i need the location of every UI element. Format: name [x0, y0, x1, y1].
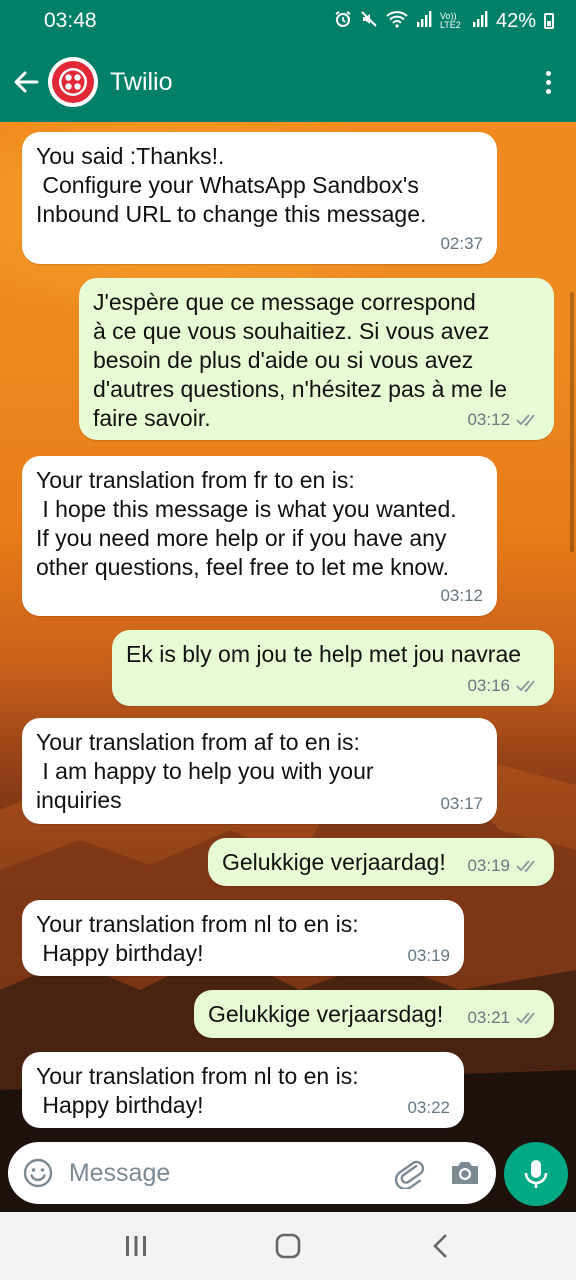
home-button[interactable]	[258, 1221, 318, 1271]
battery-percent: 42%	[495, 9, 536, 32]
message-text: You said :Thanks!. Configure your WhatsA…	[36, 143, 427, 227]
message-bubble-incoming[interactable]: Your translation from nl to en is: Happy…	[22, 1052, 464, 1128]
double-check-icon	[516, 679, 535, 692]
message-time: 03:12	[467, 410, 510, 429]
message-bubble-outgoing[interactable]: J'espère que ce message correspond à ce …	[79, 278, 554, 440]
message-text: Your translation from nl to en is: Happy…	[36, 1063, 359, 1118]
mute-icon	[360, 10, 378, 32]
signal-icon-2	[472, 11, 488, 31]
more-vertical-icon	[545, 70, 551, 94]
contact-name[interactable]: Twilio	[110, 68, 528, 97]
chevron-left-icon	[433, 1234, 447, 1258]
double-check-icon	[516, 1011, 535, 1024]
message-time: 03:12	[440, 586, 483, 605]
back-arrow-icon	[14, 71, 39, 93]
message-text: Your translation from fr to en is: I hop…	[36, 467, 457, 580]
status-icons: Vo)) LTE2 42%	[334, 10, 554, 33]
chat-area[interactable]: You said :Thanks!. Configure your WhatsA…	[0, 122, 576, 1210]
microphone-button[interactable]	[504, 1142, 568, 1206]
recents-button[interactable]	[106, 1221, 166, 1271]
message-time: 03:17	[440, 794, 483, 813]
chat-header: Twilio	[0, 42, 576, 122]
message-time: 02:37	[440, 234, 483, 253]
double-check-icon	[516, 859, 535, 872]
message-bubble-outgoing[interactable]: Gelukkige verjaardag! 03:19	[208, 838, 554, 886]
message-composer	[8, 1142, 496, 1204]
status-time: 03:48	[44, 9, 97, 32]
camera-icon	[451, 1162, 478, 1184]
message-bubble-outgoing[interactable]: Gelukkige verjaarsdag! 03:21	[194, 990, 554, 1038]
wifi-icon	[386, 10, 408, 32]
message-time: 03:21	[467, 1008, 510, 1027]
message-text: Your translation from af to en is: I am …	[36, 729, 374, 813]
message-input[interactable]	[68, 1158, 391, 1188]
message-bubble-outgoing[interactable]: Ek is bly om jou te help met jou navrae …	[112, 630, 554, 706]
back-nav-button[interactable]	[410, 1221, 470, 1271]
status-bar: 03:48 Vo)) LTE2 42%	[0, 0, 576, 42]
emoji-icon	[24, 1158, 53, 1188]
message-time: 03:19	[407, 946, 450, 965]
double-check-icon	[516, 413, 535, 426]
message-text: Your translation from nl to en is: Happy…	[36, 911, 359, 966]
message-bubble-incoming[interactable]: Your translation from fr to en is: I hop…	[22, 456, 497, 616]
scrollbar-thumb[interactable]	[570, 292, 574, 552]
home-icon	[275, 1233, 301, 1259]
battery-icon	[544, 13, 554, 29]
paperclip-icon	[395, 1160, 425, 1189]
alarm-icon	[334, 10, 352, 32]
signal-icon	[416, 11, 432, 31]
message-bubble-incoming[interactable]: Your translation from nl to en is: Happy…	[22, 900, 464, 976]
network-label: Vo)) LTE2	[439, 11, 461, 30]
avatar[interactable]	[48, 57, 98, 107]
message-text: Ek is bly om jou te help met jou navrae	[126, 641, 522, 667]
twilio-logo-icon	[52, 61, 94, 103]
message-time: 03:19	[467, 856, 510, 875]
message-time: 03:22	[407, 1098, 450, 1117]
attach-button[interactable]	[391, 1153, 430, 1193]
system-nav-bar	[0, 1212, 576, 1280]
microphone-icon	[524, 1160, 548, 1188]
back-button[interactable]	[6, 62, 46, 102]
emoji-button[interactable]	[22, 1156, 55, 1190]
message-time: 03:16	[467, 676, 510, 695]
recents-icon	[126, 1236, 146, 1256]
camera-button[interactable]	[445, 1153, 484, 1193]
message-bubble-incoming[interactable]: You said :Thanks!. Configure your WhatsA…	[22, 132, 497, 264]
message-bubble-incoming[interactable]: Your translation from af to en is: I am …	[22, 718, 497, 824]
more-options-button[interactable]	[528, 57, 568, 107]
